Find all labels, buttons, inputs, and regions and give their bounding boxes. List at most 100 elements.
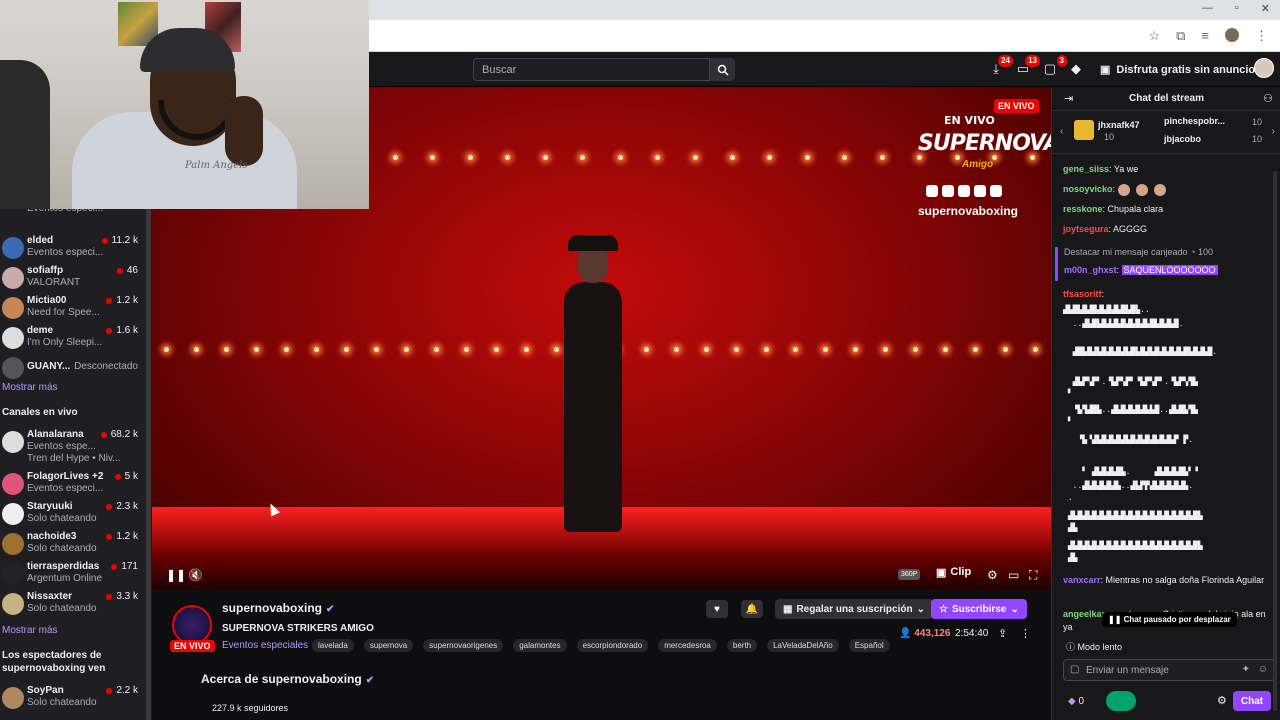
chevron-left-icon[interactable]: ‹	[1060, 126, 1063, 137]
bits-cheer-icon[interactable]: ✦	[1242, 664, 1250, 675]
extensions-icon[interactable]: ⧉	[1176, 28, 1185, 44]
gift-sub-button[interactable]: ▦ Regalar una suscripción ⌄	[775, 599, 933, 619]
maximize-icon[interactable]: ▫	[1235, 2, 1239, 15]
settings-icon[interactable]: ⚙	[987, 568, 998, 582]
inbox-icon[interactable]: ▭ 13	[1014, 55, 1040, 77]
sidebar-channel-guany[interactable]: GUANY... Desconectado	[0, 353, 146, 383]
gift-icon: ▦	[783, 603, 793, 615]
channel-name: nachoide3	[27, 531, 77, 542]
pause-icon[interactable]: ❚❚	[166, 568, 186, 582]
gift-count: 10	[1252, 134, 1263, 144]
chat-message: resskone: Chupala clara	[1063, 204, 1164, 214]
search-button[interactable]	[710, 58, 735, 81]
tag[interactable]: Español	[848, 639, 890, 652]
ascii-art-line: ▟▙█▟▙█▟▙█▟▙█▟▙█▟▙█▟▙█▟▙█▟▙█▙	[1063, 511, 1203, 520]
show-more-link[interactable]: Mostrar más	[2, 382, 58, 393]
tag[interactable]: mercedesroa	[658, 639, 717, 652]
avatar	[2, 431, 24, 453]
community-icon[interactable]: ⚇	[1263, 92, 1273, 105]
chevron-right-icon[interactable]: ›	[1272, 126, 1275, 137]
share-icon[interactable]: ⇪	[998, 627, 1007, 640]
tag[interactable]: LaVeladaDelAño	[767, 639, 839, 652]
tag[interactable]: escorpiondorado	[576, 639, 649, 652]
stream-uptime: 2:54:40	[955, 628, 989, 639]
tag[interactable]: berth	[726, 639, 758, 652]
search-placeholder: Buscar	[482, 64, 517, 76]
fullscreen-icon[interactable]: ⛶	[1029, 568, 1037, 583]
tag[interactable]: galamontes	[513, 639, 567, 652]
claim-points-button[interactable]	[1106, 691, 1136, 711]
show-more-link-2[interactable]: Mostrar más	[2, 625, 58, 636]
youtube-icon	[942, 185, 954, 197]
sidebar-channel-mictia00[interactable]: Mictia00 Need for Spee... 1.2 k	[0, 293, 146, 323]
star-icon: ☆	[939, 603, 948, 615]
avatar	[2, 267, 24, 289]
channel-category: Eventos especi...	[27, 247, 104, 258]
bits-icon[interactable]: ◆	[1067, 61, 1085, 77]
hype-train-label: Tren del Hype • Niv...	[27, 453, 121, 464]
sidebar-channel-elded[interactable]: elded Eventos especi... 11.2 k	[0, 233, 146, 263]
gift-leaderboard: ‹ jhxnafk47 10 pinchespobr... 10 jbjacob…	[1052, 112, 1280, 154]
ascii-art-line: ..▟▙█▟▙█▟▙..▟▙▛▛▟▙█▟▙█▟▙.	[1063, 481, 1194, 490]
follow-heart-icon[interactable]: ♥	[706, 600, 728, 618]
sidebar-scrollbar[interactable]	[146, 207, 151, 720]
notifications-icon[interactable]: ⤓ 24	[987, 55, 1013, 77]
ascii-art-line: ..▟▙█▙█▟▟▙█▟▙█▟▙█▙█▟▙█.	[1063, 319, 1184, 328]
tag[interactable]: supernova	[363, 639, 414, 652]
channel-points[interactable]: ◆ 0	[1068, 696, 1084, 707]
channel-viewers: 1.2 k	[106, 295, 138, 306]
highlight-redeem-label: Destacar mi mensaje canjeado ◔ 100	[1064, 247, 1214, 257]
channel-name: elded	[27, 235, 54, 246]
star-icon[interactable]: ☆	[1148, 28, 1160, 44]
media-icon[interactable]: ≡	[1201, 28, 1209, 44]
emote-picker-icon[interactable]: ☺	[1258, 664, 1268, 675]
sidebar-channel-tierrasperdidas[interactable]: tierrasperdidas Argentum Online 171	[0, 559, 146, 589]
user-avatar[interactable]	[1254, 58, 1274, 78]
profile-avatar[interactable]	[1225, 28, 1239, 42]
channel-category: Eventos especi...	[27, 483, 104, 494]
overlay-social-icons	[926, 185, 1002, 197]
notification-bell-icon[interactable]: 🔔	[741, 600, 763, 618]
channel-category: Need for Spee...	[27, 307, 100, 318]
chat-paused-banner[interactable]: ❚❚ Chat pausado por desplazar	[1102, 612, 1237, 627]
chat-scrollbar[interactable]	[1273, 171, 1277, 711]
sidebar-channel-nissaxter[interactable]: Nissaxter Solo chateando 3.3 k	[0, 589, 146, 619]
emote	[1153, 183, 1166, 196]
clip-button[interactable]: ▣ Clip	[936, 566, 971, 579]
chat-settings-icon[interactable]: ▢	[1070, 664, 1079, 675]
search-input[interactable]: Buscar	[473, 58, 710, 81]
turbo-promo-button[interactable]: ▣ Disfruta gratis sin anuncios	[1100, 63, 1261, 77]
chat-settings-gear-icon[interactable]: ⚙	[1217, 694, 1227, 707]
performer	[564, 282, 622, 532]
sidebar-channel-alanalarana[interactable]: Alanalarana Eventos espe... 68.2 k Tren …	[0, 427, 146, 465]
subscribe-button[interactable]: ☆ Suscribirse ⌄	[931, 599, 1027, 619]
overlay-handle: supernovaboxing	[918, 204, 1019, 218]
channel-category: Solo chateando	[27, 513, 97, 524]
theatre-mode-icon[interactable]: ▭	[1008, 568, 1019, 582]
sidebar-channel-soypan[interactable]: SoyPan Solo chateando 2.2 k	[0, 683, 146, 713]
minimize-icon[interactable]: —	[1202, 2, 1213, 15]
sidebar-channel-deme[interactable]: deme I'm Only Sleepi... 1.6 k	[0, 323, 146, 353]
channel-viewers: 11.2 k	[101, 235, 138, 246]
volume-muted-icon[interactable]: 🔇	[188, 568, 203, 582]
channel-name: sofiaffp	[27, 265, 64, 276]
chat-send-button[interactable]: Chat	[1233, 691, 1271, 711]
avatar	[2, 327, 24, 349]
channel-name[interactable]: supernovaboxing ✔	[222, 601, 334, 615]
channel-avatar[interactable]	[172, 605, 212, 645]
chat-input[interactable]: ▢ Enviar un mensaje ✦ ☺	[1063, 659, 1275, 681]
more-options-icon[interactable]: ⋮	[1020, 627, 1031, 640]
stream-category-link[interactable]: Eventos especiales	[222, 640, 308, 651]
tag[interactable]: supernovaorigenes	[423, 639, 504, 652]
sidebar-channel-folagor[interactable]: FolagorLives +2 Eventos especi... 5 k	[0, 469, 146, 499]
chair	[0, 60, 50, 209]
facebook-icon	[990, 185, 1002, 197]
sidebar-channel-sofiaffp[interactable]: sofiaffp VALORANT 46	[0, 263, 146, 293]
menu-icon[interactable]: ⋮	[1255, 28, 1268, 44]
sidebar-channel-staryuuki[interactable]: Staryuuki Solo chateando 2.3 k	[0, 499, 146, 529]
tag[interactable]: lavelada	[312, 639, 354, 652]
avatar	[2, 473, 24, 495]
whispers-icon[interactable]: ▢ 3	[1041, 55, 1067, 77]
close-icon[interactable]: ✕	[1261, 2, 1270, 15]
sidebar-channel-nachoide3[interactable]: nachoide3 Solo chateando 1.2 k	[0, 529, 146, 559]
